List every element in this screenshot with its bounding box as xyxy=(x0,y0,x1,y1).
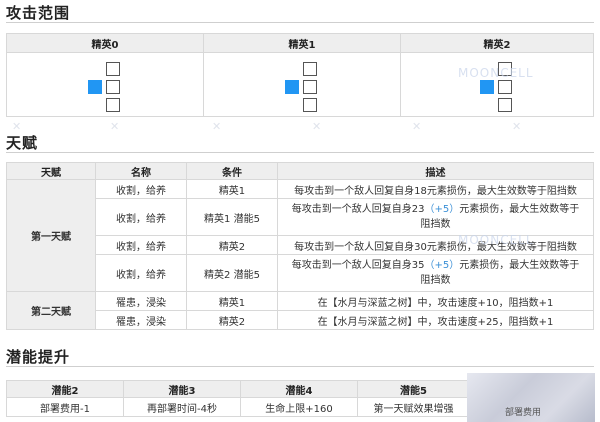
talent-plus-value: （+5） xyxy=(424,260,460,271)
range-tile xyxy=(106,80,120,94)
operator-tile xyxy=(285,80,299,94)
potential-header: 潜能5 xyxy=(357,380,470,398)
range-tile xyxy=(106,62,120,76)
potential-divider xyxy=(6,366,594,367)
range-tile xyxy=(303,98,317,112)
range-tile xyxy=(498,80,512,94)
potential-value: 生命上限+160 xyxy=(240,397,358,417)
talent-col-header: 条件 xyxy=(186,162,278,180)
talent-desc: 每攻击到一个敌人回复自身35（+5）元素损伤，最大生效数等于阻挡数 xyxy=(277,254,594,292)
talent-group-label: 第二天赋 xyxy=(6,291,96,330)
potential-value: 第一天赋效果增强 xyxy=(357,397,470,417)
talent-name: 罹患，浸染 xyxy=(95,310,187,330)
talent-name: 罹患，浸染 xyxy=(95,291,187,311)
potential-value: 再部署时间-4秒 xyxy=(123,397,241,417)
decor-x-icon: ✕ xyxy=(110,120,120,133)
talent-condition: 精英2 潜能5 xyxy=(186,254,278,292)
talent-name: 收割，给养 xyxy=(95,198,187,236)
operator-tile xyxy=(480,80,494,94)
talent-plus-value: （+5） xyxy=(424,204,460,215)
range-tile xyxy=(303,62,317,76)
talent-col-header: 名称 xyxy=(95,162,187,180)
talent-condition: 精英1 潜能5 xyxy=(186,198,278,236)
talent-table: 天赋 名称 条件 描述 第一天赋 收割，给养 精英1 每攻击到一个敌人回复自身1… xyxy=(6,162,594,330)
attack-range-divider xyxy=(6,22,594,23)
range-tile xyxy=(106,98,120,112)
range-header-elite1: 精英1 xyxy=(203,33,401,53)
range-grid-elite2 xyxy=(400,52,594,117)
range-header-elite0: 精英0 xyxy=(6,33,204,53)
potential-header: 潜能2 xyxy=(6,380,124,398)
potential-header: 潜能3 xyxy=(123,380,241,398)
talent-name: 收割，给养 xyxy=(95,235,187,255)
talent-name: 收割，给养 xyxy=(95,254,187,292)
potential-value: 部署费用-1 xyxy=(6,397,124,417)
potential-header: 潜能4 xyxy=(240,380,358,398)
range-grid-elite1 xyxy=(203,52,401,117)
potential-title: 潜能提升 xyxy=(6,348,71,366)
range-grid-elite0 xyxy=(6,52,204,117)
decor-x-icon: ✕ xyxy=(212,120,222,133)
talent-condition: 精英1 xyxy=(186,179,278,199)
talent-desc: 每攻击到一个敌人回复自身30元素损伤，最大生效数等于阻挡数 xyxy=(277,235,594,255)
decor-x-icon: ✕ xyxy=(512,120,522,133)
talent-name: 收割，给养 xyxy=(95,179,187,199)
potential-table: 潜能2 潜能3 潜能4 潜能5 部署费用-1 再部署时间-4秒 生命上限+160… xyxy=(6,380,470,417)
range-tile xyxy=(498,62,512,76)
attack-range-table: 精英0 精英1 精英2 xyxy=(6,33,594,117)
range-tile xyxy=(303,80,317,94)
talent-desc: 在【水月与深蓝之树】中，攻击速度+10，阻挡数+1 xyxy=(277,291,594,311)
talent-desc: 每攻击到一个敌人回复自身23（+5）元素损伤，最大生效数等于阻挡数 xyxy=(277,198,594,236)
range-header-elite2: 精英2 xyxy=(400,33,594,53)
talent-group-label: 第一天赋 xyxy=(6,179,96,292)
decor-x-icon: ✕ xyxy=(312,120,322,133)
range-tile xyxy=(498,98,512,112)
talent-divider xyxy=(6,152,594,153)
talent-condition: 精英2 xyxy=(186,235,278,255)
attack-range-title: 攻击范围 xyxy=(6,4,71,22)
talent-condition: 精英1 xyxy=(186,291,278,311)
talent-title: 天赋 xyxy=(6,134,39,152)
talent-col-header: 天赋 xyxy=(6,162,96,180)
operator-tile xyxy=(88,80,102,94)
talent-col-header: 描述 xyxy=(277,162,594,180)
talent-condition: 精英2 xyxy=(186,310,278,330)
decor-x-icon: ✕ xyxy=(412,120,422,133)
talent-desc: 每攻击到一个敌人回复自身18元素损伤，最大生效数等于阻挡数 xyxy=(277,179,594,199)
thumbnail-caption: 部署费用 xyxy=(505,408,542,418)
talent-desc: 在【水月与深蓝之树】中，攻击速度+25，阻挡数+1 xyxy=(277,310,594,330)
